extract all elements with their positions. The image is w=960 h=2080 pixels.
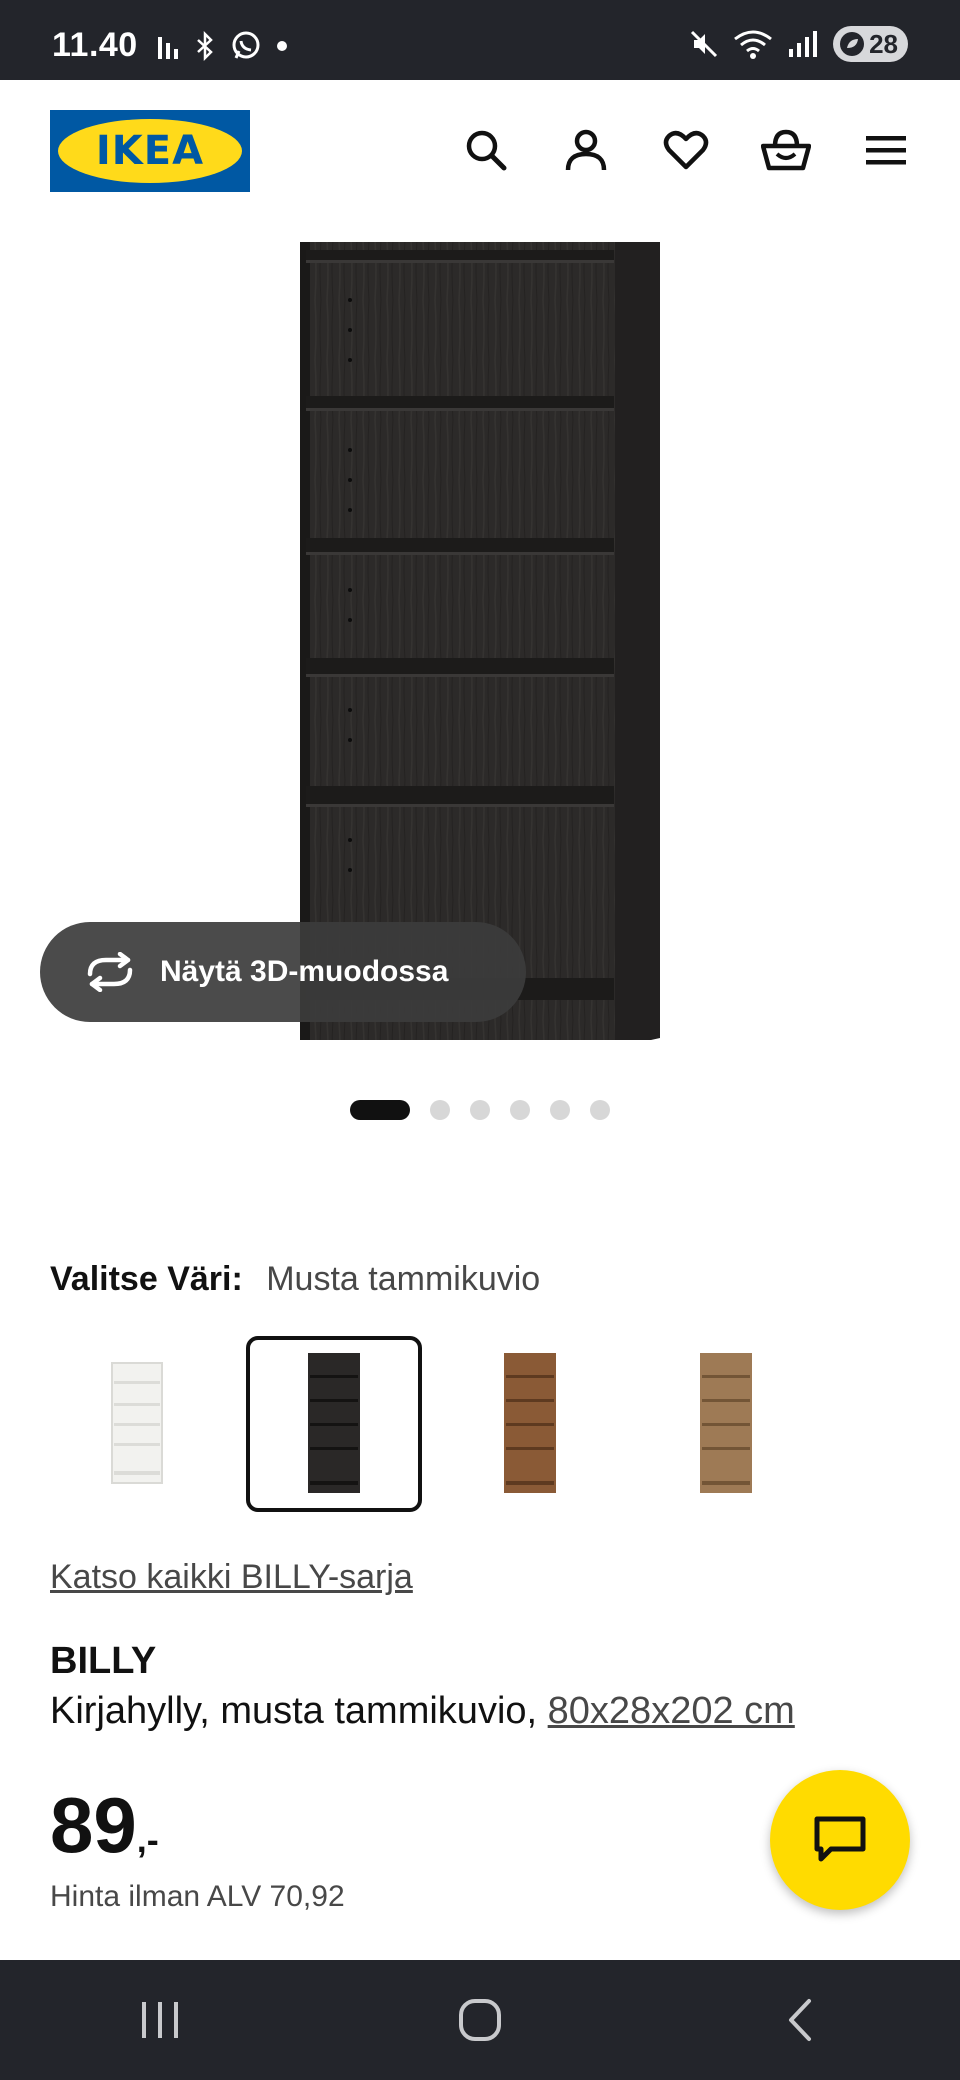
color-label-title: Valitse Väri: bbox=[50, 1260, 243, 1298]
product-dimensions-link[interactable]: 80x28x202 cm bbox=[548, 1690, 795, 1732]
carousel-dot[interactable] bbox=[350, 1100, 410, 1120]
cell-signal-icon bbox=[789, 31, 818, 57]
color-chooser-label: Valitse Väri: Musta tammikuvio bbox=[50, 1260, 540, 1299]
series-link[interactable]: Katso kaikki BILLY-sarja bbox=[50, 1558, 413, 1597]
basket-icon bbox=[761, 129, 811, 171]
search-icon bbox=[466, 130, 507, 171]
battery-saver-icon bbox=[840, 32, 865, 56]
logo-text: IKEA bbox=[95, 128, 205, 174]
bookcase-thumb-oak bbox=[700, 1353, 752, 1493]
battery-level: 28 bbox=[869, 28, 898, 59]
price-suffix: ,- bbox=[136, 1819, 159, 1860]
signal-bars-icon bbox=[158, 37, 178, 59]
product-description: Kirjahylly, musta tammikuvio, 80x28x202 … bbox=[50, 1690, 795, 1733]
swatch-brown-walnut[interactable] bbox=[442, 1336, 618, 1512]
bookcase-image bbox=[300, 242, 660, 1048]
ikea-logo[interactable]: IKEA bbox=[50, 110, 250, 192]
rotate-3d-icon bbox=[87, 952, 133, 992]
basket-button[interactable] bbox=[760, 124, 812, 176]
menu-button[interactable] bbox=[860, 124, 912, 176]
carousel-dot[interactable] bbox=[510, 1100, 530, 1120]
status-left-icons bbox=[156, 30, 288, 62]
account-icon bbox=[565, 129, 607, 171]
search-button[interactable] bbox=[460, 124, 512, 176]
view-3d-label: Näytä 3D-muodossa bbox=[160, 955, 449, 988]
swatch-white[interactable] bbox=[50, 1336, 226, 1512]
color-swatches bbox=[50, 1336, 814, 1512]
status-bar: 11.40 28 bbox=[0, 0, 960, 80]
notification-dot-icon bbox=[277, 41, 287, 51]
recent-apps-icon bbox=[142, 2002, 178, 2038]
bookcase-thumb-black bbox=[308, 1353, 360, 1493]
home-icon bbox=[459, 1999, 501, 2041]
view-3d-button[interactable]: Näytä 3D-muodossa bbox=[40, 922, 526, 1022]
selected-color-value: Musta tammikuvio bbox=[266, 1260, 541, 1298]
carousel-dot[interactable] bbox=[550, 1100, 570, 1120]
recent-apps-button[interactable] bbox=[120, 1980, 200, 2060]
carousel-dot[interactable] bbox=[470, 1100, 490, 1120]
menu-icon bbox=[866, 136, 906, 165]
product-description-text: Kirjahylly, musta tammikuvio, bbox=[50, 1690, 538, 1732]
header-actions bbox=[460, 124, 912, 176]
bluetooth-icon bbox=[197, 31, 213, 61]
swatch-black-oak[interactable] bbox=[246, 1336, 422, 1512]
image-carousel-dots bbox=[350, 1100, 610, 1120]
heart-icon bbox=[663, 130, 709, 170]
bookcase-thumb-brown bbox=[504, 1353, 556, 1493]
status-time: 11.40 bbox=[52, 26, 138, 64]
back-icon bbox=[789, 1999, 811, 2041]
product-name: BILLY bbox=[50, 1640, 157, 1682]
back-button[interactable] bbox=[760, 1980, 840, 2060]
bookcase-thumb-white bbox=[111, 1362, 163, 1484]
site-header: IKEA bbox=[0, 80, 960, 220]
mute-icon bbox=[691, 30, 718, 58]
system-nav-bar bbox=[0, 1960, 960, 2080]
account-button[interactable] bbox=[560, 124, 612, 176]
product-price: 89,- bbox=[50, 1780, 159, 1871]
battery-indicator: 28 bbox=[833, 26, 908, 62]
price-without-vat: Hinta ilman ALV 70,92 bbox=[50, 1880, 345, 1913]
swatch-oak-veneer[interactable] bbox=[638, 1336, 814, 1512]
logo-oval: IKEA bbox=[58, 119, 242, 183]
home-button[interactable] bbox=[440, 1980, 520, 2060]
chat-button[interactable] bbox=[770, 1770, 910, 1910]
status-right-icons: 28 bbox=[689, 26, 908, 62]
favourites-button[interactable] bbox=[660, 124, 712, 176]
carousel-dot[interactable] bbox=[430, 1100, 450, 1120]
product-image[interactable] bbox=[0, 240, 960, 1048]
wifi-icon bbox=[734, 30, 772, 59]
carousel-dot[interactable] bbox=[590, 1100, 610, 1120]
whatsapp-icon bbox=[232, 31, 260, 59]
price-value: 89 bbox=[50, 1781, 137, 1869]
chat-icon bbox=[814, 1816, 866, 1862]
